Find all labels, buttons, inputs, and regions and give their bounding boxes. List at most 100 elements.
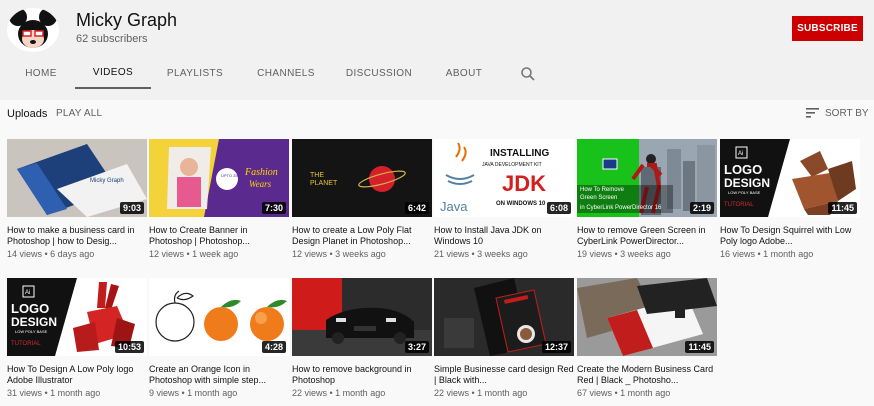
video-card[interactable]: Ai LOGO DESIGN LOW POLY BASE TUTORIAL 11… [720, 139, 860, 259]
upload-age: 3 weeks ago [335, 249, 386, 259]
video-meta: 16 views • 1 month ago [720, 249, 814, 259]
tab-videos[interactable]: VIDEOS [75, 58, 151, 89]
view-count: 31 views [7, 388, 43, 398]
upload-age: 3 weeks ago [620, 249, 671, 259]
video-title[interactable]: How To Design Squirrel with Low Poly log… [720, 225, 860, 247]
thumb-text-line3: JDK [502, 171, 546, 196]
duration-badge: 11:45 [685, 341, 714, 353]
video-title[interactable]: Create an Orange Icon in Photoshop with … [149, 364, 289, 386]
video-meta: 9 views • 1 month ago [149, 388, 238, 398]
video-thumbnail[interactable]: UPTO 25% OFF Fashion Wears 7:30 [149, 139, 289, 217]
thumb-text-line4: TUTORIAL [11, 341, 41, 347]
video-thumbnail[interactable]: 11:45 [577, 278, 717, 356]
thumb-text-line1: THE [310, 172, 324, 179]
view-count: 22 views [434, 388, 470, 398]
video-card[interactable]: 11:45 Create the Modern Business Card Re… [577, 278, 717, 398]
video-thumbnail[interactable]: Micky Graph 9:03 [7, 139, 147, 217]
video-title[interactable]: How to create a Low Poly Flat Design Pla… [292, 225, 432, 247]
video-thumbnail[interactable]: 4:28 [149, 278, 289, 356]
tab-about[interactable]: ABOUT [434, 58, 494, 89]
video-card[interactable]: UPTO 25% OFF Fashion Wears 7:30 How to C… [149, 139, 289, 259]
thumb-text-line3: in CyberLink PowerDirector 16 [580, 205, 662, 211]
view-count: 22 views [292, 388, 328, 398]
video-thumbnail[interactable]: Ai LOGO DESIGN LOW POLY BASE TUTORIAL 10… [7, 278, 147, 356]
thumb-ai: Ai [25, 290, 30, 296]
video-card[interactable]: Micky Graph 9:03 How to make a business … [7, 139, 147, 259]
thumb-text-line1: Fashion [244, 167, 278, 178]
uploads-label: Uploads [7, 108, 48, 120]
subscribe-button[interactable]: SUBSCRIBE [792, 16, 863, 41]
duration-badge: 4:28 [261, 341, 286, 353]
upload-age: 1 month ago [763, 249, 814, 259]
thumb-ai: Ai [738, 151, 743, 157]
video-thumbnail[interactable]: Ai LOGO DESIGN LOW POLY BASE TUTORIAL 11… [720, 139, 860, 217]
upload-age: 1 month ago [477, 388, 528, 398]
thumb-text-line3: LOW POLY BASE [15, 329, 48, 334]
search-icon[interactable] [520, 66, 536, 82]
video-title[interactable]: How to remove Green Screen in CyberLink … [577, 225, 717, 247]
video-meta: 19 views • 3 weeks ago [577, 249, 671, 259]
view-count: 67 views [577, 388, 613, 398]
tab-channels[interactable]: CHANNELS [248, 58, 324, 89]
video-title[interactable]: Simple Businesse card design Red | Black… [434, 364, 574, 386]
thumb-text-line1: LOGO [11, 301, 49, 316]
view-count: 14 views [7, 249, 43, 259]
video-thumbnail[interactable]: How To Remove Green Screen in CyberLink … [577, 139, 717, 217]
video-meta: 22 views • 1 month ago [292, 388, 386, 398]
svg-text:Micky Graph: Micky Graph [90, 178, 124, 184]
video-title[interactable]: How to make a business card in Photoshop… [7, 225, 147, 247]
channel-header: Micky Graph 62 subscribers SUBSCRIBE HOM… [0, 0, 874, 100]
video-thumbnail[interactable]: 12:37 [434, 278, 574, 356]
tab-discussion[interactable]: DISCUSSION [340, 58, 418, 89]
sort-by-label: SORT BY [825, 107, 869, 119]
view-count: 9 views [149, 388, 180, 398]
video-thumbnail[interactable]: 3:27 [292, 278, 432, 356]
thumb-logo: Java [440, 199, 468, 214]
video-card[interactable]: 4:28 Create an Orange Icon in Photoshop … [149, 278, 289, 398]
upload-age: 6 days ago [50, 249, 95, 259]
thumb-text-line4: TUTORIAL [724, 202, 754, 208]
video-card[interactable]: Ai LOGO DESIGN LOW POLY BASE TUTORIAL 10… [7, 278, 147, 398]
video-meta: 12 views • 3 weeks ago [292, 249, 386, 259]
tab-playlists[interactable]: PLAYLISTS [156, 58, 234, 89]
video-thumbnail[interactable]: Java INSTALLING JAVA DEVELOPMENT KIT JDK… [434, 139, 574, 217]
thumb-text-line2: DESIGN [724, 176, 770, 190]
video-title[interactable]: How to Install Java JDK on Windows 10 [434, 225, 574, 247]
subscriber-count: 62 subscribers [76, 33, 148, 45]
video-card[interactable]: 3:27 How to remove background in Photosh… [292, 278, 432, 398]
upload-age: 1 week ago [192, 249, 239, 259]
sort-by-button[interactable]: SORT BY [806, 106, 869, 120]
video-card[interactable]: 12:37 Simple Businesse card design Red |… [434, 278, 574, 398]
video-title[interactable]: Create the Modern Business Card Red | Bl… [577, 364, 717, 386]
channel-avatar[interactable] [7, 8, 59, 52]
upload-age: 3 weeks ago [477, 249, 528, 259]
channel-title: Micky Graph [76, 10, 178, 30]
duration-badge: 9:03 [119, 202, 144, 214]
upload-age: 1 month ago [620, 388, 671, 398]
duration-badge: 2:19 [689, 202, 714, 214]
video-title[interactable]: How To Design A Low Poly logo Adobe Illu… [7, 364, 147, 386]
duration-badge: 11:45 [828, 202, 857, 214]
view-count: 16 views [720, 249, 756, 259]
video-card[interactable]: THE PLANET 6:42 How to create a Low Poly… [292, 139, 432, 259]
video-card[interactable]: How To Remove Green Screen in CyberLink … [577, 139, 717, 259]
view-count: 12 views [149, 249, 185, 259]
thumb-text-line3: LOW POLY BASE [728, 190, 761, 195]
duration-badge: 6:42 [404, 202, 429, 214]
video-title[interactable]: How to Create Banner in Photoshop | Phot… [149, 225, 289, 247]
video-title[interactable]: How to remove background in Photoshop [292, 364, 432, 386]
video-thumbnail[interactable]: THE PLANET 6:42 [292, 139, 432, 217]
play-all-button[interactable]: PLAY ALL [56, 108, 102, 119]
thumb-text-line1: INSTALLING [490, 148, 549, 159]
duration-badge: 12:37 [541, 341, 571, 353]
duration-badge: 10:53 [114, 341, 144, 353]
upload-age: 1 month ago [187, 388, 238, 398]
sort-icon [806, 108, 819, 118]
view-count: 19 views [577, 249, 613, 259]
upload-age: 1 month ago [335, 388, 386, 398]
duration-badge: 6:08 [546, 202, 571, 214]
tab-home[interactable]: HOME [7, 58, 75, 89]
view-count: 21 views [434, 249, 470, 259]
video-card[interactable]: Java INSTALLING JAVA DEVELOPMENT KIT JDK… [434, 139, 574, 259]
view-count: 12 views [292, 249, 328, 259]
